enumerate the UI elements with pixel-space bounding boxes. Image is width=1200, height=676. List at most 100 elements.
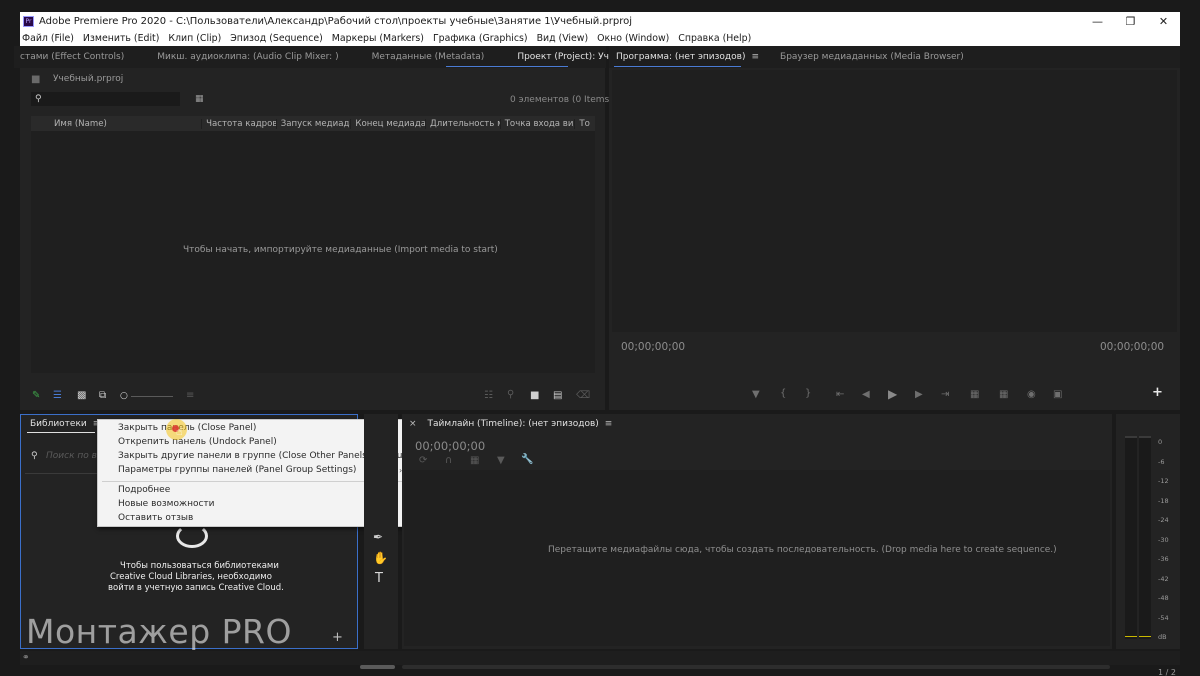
tab-timeline-label: Таймлайн (Timeline): (нет эпизодов) bbox=[427, 419, 599, 429]
new-item-icon[interactable]: ▤ bbox=[553, 391, 562, 401]
list-view-icon[interactable]: ☰ bbox=[53, 391, 62, 401]
tab-audio-clip-mixer-label: Микш. аудиоклипа: (Audio Clip Mixer: ) bbox=[157, 52, 339, 62]
menu-item-feedback[interactable]: Оставить отзыв bbox=[118, 513, 193, 523]
menu-graphics[interactable]: Графика (Graphics) bbox=[433, 33, 528, 44]
menu-sequence[interactable]: Эпизод (Sequence) bbox=[230, 33, 323, 44]
insert-nest-icon[interactable]: ⟳ bbox=[419, 456, 427, 466]
type-tool-icon[interactable]: T bbox=[375, 572, 383, 585]
menu-file[interactable]: Файл (File) bbox=[22, 33, 74, 44]
creative-cloud-icon bbox=[176, 524, 208, 548]
pen-tool-icon[interactable]: ✒ bbox=[373, 531, 383, 543]
status-cc-icon[interactable]: ⚭ bbox=[22, 653, 30, 663]
menu-window[interactable]: Окно (Window) bbox=[597, 33, 669, 44]
restore-icon[interactable]: ❐ bbox=[1114, 12, 1147, 31]
column-video-in-point[interactable]: Точка входа виде bbox=[501, 118, 576, 129]
zoom-slider-track[interactable] bbox=[131, 396, 173, 397]
tab-metadata-label: Метаданные (Metadata) bbox=[371, 52, 485, 62]
tab-timeline[interactable]: Таймлайн (Timeline): (нет эпизодов) ≡ bbox=[426, 414, 622, 434]
program-tab-underline bbox=[614, 66, 741, 67]
timeline-timecode[interactable]: 00;00;00;00 bbox=[415, 439, 485, 453]
project-search-input[interactable] bbox=[31, 92, 180, 106]
libraries-tab-row: Библиотеки≡ bbox=[21, 414, 100, 434]
wrench-icon[interactable]: 🔧 bbox=[521, 455, 533, 465]
program-timecode-current[interactable]: 00;00;00;00 bbox=[621, 341, 685, 353]
add-marker-icon[interactable]: ▼ bbox=[752, 390, 760, 400]
sort-icon[interactable]: ≡ bbox=[186, 391, 194, 401]
column-media-duration[interactable]: Длительность ме bbox=[426, 118, 501, 129]
page-indicator: 1 / 2 bbox=[1158, 668, 1176, 676]
audio-meter-right-peak bbox=[1139, 436, 1151, 438]
automate-to-sequence-icon[interactable]: ☷ bbox=[484, 391, 493, 401]
program-panel-menu-icon[interactable]: ≡ bbox=[751, 52, 759, 62]
meter-tick-24: -24 bbox=[1158, 516, 1169, 524]
close-window-icon[interactable]: ✕ bbox=[1147, 12, 1180, 31]
go-to-out-icon[interactable]: ⇥ bbox=[941, 390, 949, 400]
menu-clip[interactable]: Клип (Clip) bbox=[168, 33, 221, 44]
step-back-icon[interactable]: ◀ bbox=[862, 390, 870, 400]
timeline-h-scrollbar[interactable] bbox=[402, 665, 1110, 669]
menu-item-panel-group-settings[interactable]: Параметры группы панелей (Panel Group Se… bbox=[118, 465, 356, 475]
zoom-slider-handle[interactable]: ○ bbox=[120, 391, 128, 401]
extract-icon[interactable]: ▦ bbox=[999, 390, 1008, 400]
button-editor-icon[interactable]: + bbox=[1152, 386, 1163, 399]
project-file-name: Учебный.prproj bbox=[53, 74, 124, 84]
premiere-window: Pr Adobe Premiere Pro 2020 - C:\Пользова… bbox=[0, 0, 1200, 676]
column-media-start[interactable]: Запуск медиадан bbox=[277, 118, 352, 129]
menu-item-whats-new[interactable]: Новые возможности bbox=[118, 499, 215, 509]
meter-tick-30: -30 bbox=[1158, 536, 1169, 544]
new-search-bin-icon[interactable]: ▦ bbox=[195, 94, 204, 104]
mouse-cursor-icon: ☝ bbox=[176, 425, 183, 438]
tab-audio-clip-mixer[interactable]: Микш. аудиоклипа: (Audio Clip Mixer: ) bbox=[133, 46, 347, 68]
pencil-icon[interactable]: ✎ bbox=[32, 391, 40, 401]
audio-meter-right-channel bbox=[1139, 436, 1151, 639]
timeline-scrollbar[interactable] bbox=[360, 665, 395, 669]
menu-item-close-panel[interactable]: Закрыть панель (Close Panel) bbox=[118, 423, 256, 433]
mark-out-icon[interactable]: } bbox=[805, 389, 811, 399]
window-title: Adobe Premiere Pro 2020 - C:\Пользовател… bbox=[39, 16, 633, 27]
column-overflow[interactable]: То bbox=[575, 119, 595, 129]
tab-metadata[interactable]: Метаданные (Metadata) bbox=[348, 46, 494, 68]
menu-markers[interactable]: Маркеры (Markers) bbox=[332, 33, 424, 44]
meter-tick-db: dB bbox=[1158, 633, 1167, 641]
menu-bar: Файл (File) Изменить (Edit) Клип (Clip) … bbox=[20, 31, 1180, 46]
minimize-icon[interactable]: — bbox=[1081, 12, 1114, 31]
tab-program[interactable]: Программа: (нет эпизодов) ≡ bbox=[609, 46, 768, 68]
lift-icon[interactable]: ▦ bbox=[970, 390, 979, 400]
go-to-in-icon[interactable]: ⇤ bbox=[836, 390, 844, 400]
timeline-panel-menu-icon[interactable]: ≡ bbox=[605, 419, 613, 429]
mark-in-icon[interactable]: { bbox=[780, 389, 786, 399]
menu-edit[interactable]: Изменить (Edit) bbox=[83, 33, 160, 44]
menu-help[interactable]: Справка (Help) bbox=[678, 33, 751, 44]
timeline-drop-message: Перетащите медиафайлы сюда, чтобы создат… bbox=[548, 545, 1057, 555]
step-forward-icon[interactable]: ▶ bbox=[915, 390, 923, 400]
snap-icon[interactable]: ∩ bbox=[445, 456, 452, 466]
linked-selection-icon[interactable]: ▦ bbox=[470, 456, 479, 466]
tab-media-browser[interactable]: Браузер медиаданных (Media Browser) bbox=[768, 46, 973, 68]
meter-tick-48: -48 bbox=[1158, 594, 1169, 602]
column-media-end[interactable]: Конец медиадан bbox=[351, 118, 427, 129]
menu-view[interactable]: Вид (View) bbox=[537, 33, 589, 44]
hand-tool-icon[interactable]: ✋ bbox=[373, 552, 388, 564]
libraries-add-icon[interactable]: + bbox=[332, 631, 343, 644]
column-frame-rate[interactable]: Частота кадров (F bbox=[202, 118, 277, 129]
icon-view-icon[interactable]: ▩ bbox=[77, 391, 86, 401]
menu-item-undock-panel[interactable]: Открепить панель (Undock Panel) bbox=[118, 437, 277, 447]
clear-icon[interactable]: ⌫ bbox=[576, 391, 590, 401]
play-icon[interactable]: ▶ bbox=[888, 388, 897, 400]
add-marker-timeline-icon[interactable]: ▼ bbox=[497, 456, 505, 466]
program-timecode-duration: 00;00;00;00 bbox=[1100, 341, 1165, 353]
freeform-view-icon[interactable]: ⧉ bbox=[99, 391, 106, 401]
timeline-track-area[interactable] bbox=[404, 470, 1110, 646]
column-name[interactable]: Имя (Name) bbox=[31, 118, 203, 129]
meter-tick-42: -42 bbox=[1158, 575, 1169, 583]
menu-separator bbox=[102, 481, 405, 482]
menu-item-learn-more[interactable]: Подробнее bbox=[118, 485, 170, 495]
program-video-area[interactable] bbox=[612, 70, 1177, 332]
tab-effect-controls[interactable]: стами (Effect Controls) bbox=[14, 46, 133, 68]
new-bin-icon[interactable]: ■ bbox=[530, 391, 539, 401]
find-icon[interactable]: ⚲ bbox=[507, 390, 514, 400]
export-frame-icon[interactable]: ◉ bbox=[1027, 390, 1036, 400]
comparison-view-icon[interactable]: ▣ bbox=[1053, 390, 1062, 400]
timeline-close-icon[interactable]: × bbox=[404, 414, 426, 434]
tab-libraries-label: Библиотеки bbox=[30, 419, 87, 429]
